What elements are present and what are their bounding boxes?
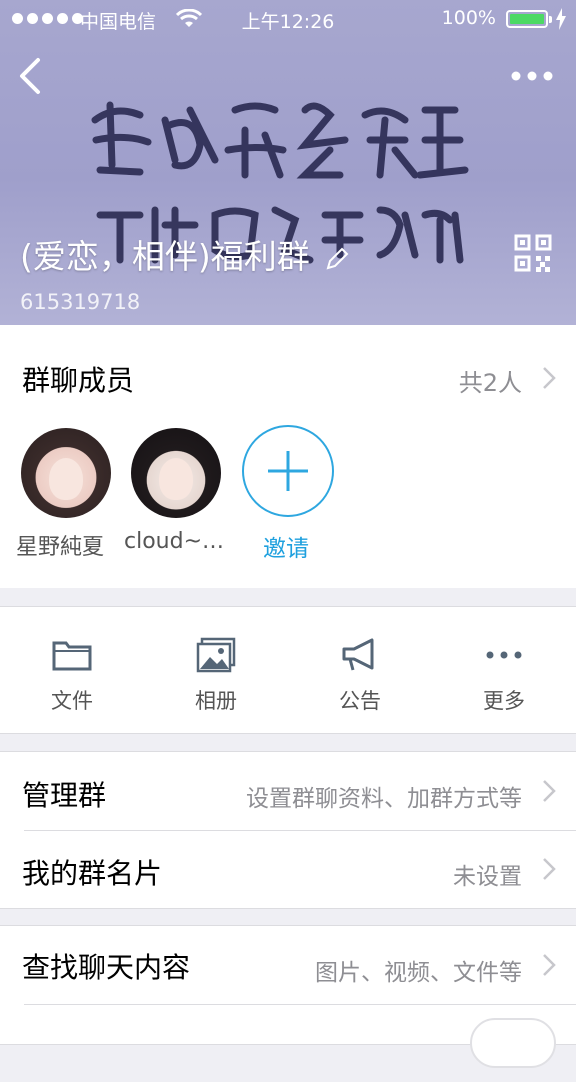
album-button[interactable]: 相册 xyxy=(144,607,288,735)
my-group-card-row[interactable]: 我的群名片 未设置 xyxy=(0,830,576,908)
qr-code-icon[interactable] xyxy=(514,234,552,272)
next-row-partial[interactable] xyxy=(0,1004,576,1082)
chevron-right-icon[interactable] xyxy=(542,366,556,390)
row-title: 管理群 xyxy=(22,779,107,812)
more-icon xyxy=(486,651,522,659)
row-value: 未设置 xyxy=(453,864,522,890)
row-title: 查找聊天内容 xyxy=(22,951,191,984)
chat-search-list: 查找聊天内容 图片、视频、文件等 xyxy=(0,925,576,1068)
chevron-right-icon xyxy=(543,780,556,802)
row-value: 图片、视频、文件等 xyxy=(315,960,522,986)
status-bar: 中国电信 上午12:26 100% xyxy=(0,0,576,40)
group-name-title[interactable]: (爱恋，相伴)福利群 xyxy=(20,230,350,278)
back-arrow-icon[interactable] xyxy=(10,52,50,100)
battery-icon xyxy=(506,10,552,28)
members-count[interactable]: 共2人 xyxy=(459,363,522,398)
group-settings-list: 管理群 设置群聊资料、加群方式等 我的群名片 未设置 xyxy=(0,751,576,909)
plus-icon xyxy=(268,451,308,491)
group-members-section: 群聊成员 共2人 星野純夏 cloud~… 邀请 xyxy=(0,325,576,588)
search-chat-row[interactable]: 查找聊天内容 图片、视频、文件等 xyxy=(0,926,576,1004)
chevron-right-icon xyxy=(543,858,556,880)
charging-bolt-icon xyxy=(556,8,566,30)
invite-label[interactable]: 邀请 xyxy=(263,529,309,563)
more-options-icon[interactable] xyxy=(510,63,554,89)
manage-group-row[interactable]: 管理群 设置群聊资料、加群方式等 xyxy=(0,752,576,830)
invite-button[interactable] xyxy=(242,425,334,517)
announcement-button[interactable]: 公告 xyxy=(288,607,432,735)
battery-percentage: 100% xyxy=(441,7,496,29)
member-name: 星野純夏 xyxy=(16,535,105,560)
album-icon xyxy=(196,637,236,673)
member-name: cloud~… xyxy=(124,529,225,554)
toggle-switch[interactable] xyxy=(470,1018,556,1068)
edit-pencil-icon[interactable] xyxy=(324,246,350,272)
megaphone-icon xyxy=(342,638,374,671)
member-avatar[interactable] xyxy=(131,428,221,518)
group-name: (爱恋，相伴)福利群 xyxy=(20,237,310,276)
group-id: 615319718 xyxy=(20,290,141,314)
tool-label: 相册 xyxy=(195,689,237,713)
group-header-banner: 中国电信 上午12:26 100% (爱恋，相伴)福利群 615319718 xyxy=(0,0,576,325)
member-avatar[interactable] xyxy=(21,428,111,518)
folder-icon xyxy=(52,641,92,671)
more-tools-button[interactable]: 更多 xyxy=(432,607,576,735)
tool-label: 文件 xyxy=(51,689,93,713)
tool-label: 更多 xyxy=(483,689,525,713)
row-value: 设置群聊资料、加群方式等 xyxy=(246,786,522,812)
group-tools-bar: 文件 相册 公告 更多 xyxy=(0,606,576,734)
tool-label: 公告 xyxy=(339,689,381,713)
row-title: 我的群名片 xyxy=(22,857,163,890)
files-button[interactable]: 文件 xyxy=(0,607,144,735)
chevron-right-icon xyxy=(543,954,556,976)
members-title: 群聊成员 xyxy=(22,364,135,397)
